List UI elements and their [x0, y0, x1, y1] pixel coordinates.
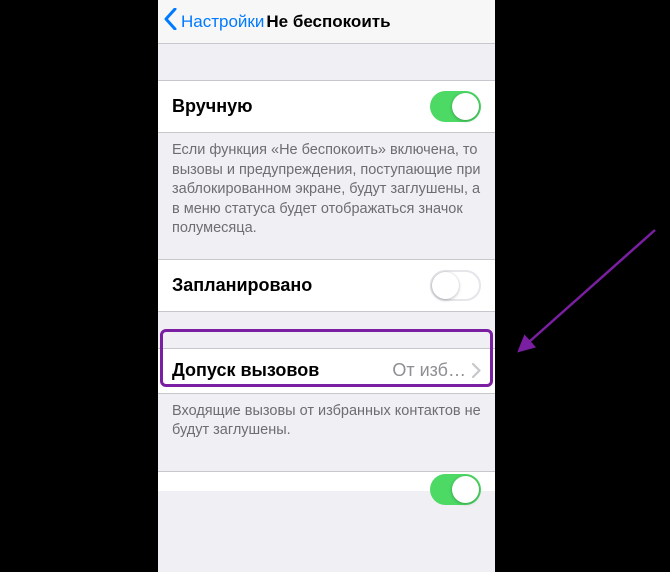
navbar: Настройки Не беспокоить [158, 0, 495, 44]
row-partial-next[interactable] [158, 471, 495, 491]
row-scheduled-label: Запланировано [172, 275, 312, 296]
row-manual[interactable]: Вручную [158, 80, 495, 133]
toggle-manual[interactable] [430, 91, 481, 122]
group-allow-calls: Допуск вызовов От изб… Входящие вызовы о… [158, 348, 495, 441]
row-allow-calls[interactable]: Допуск вызовов От изб… [158, 348, 495, 394]
toggle-partial[interactable] [430, 474, 481, 505]
annotation-arrow-icon [505, 220, 665, 380]
row-allow-calls-label: Допуск вызовов [172, 360, 319, 381]
row-scheduled[interactable]: Запланировано [158, 259, 495, 312]
page-title: Не беспокоить [266, 12, 390, 32]
chevron-right-icon [472, 363, 481, 378]
back-button[interactable]: Настройки [164, 8, 264, 35]
back-label: Настройки [181, 12, 264, 32]
row-manual-label: Вручную [172, 96, 252, 117]
group-manual: Вручную Если функция «Не беспокоить» вкл… [158, 80, 495, 239]
row-allow-calls-value: От изб… [392, 360, 466, 381]
chevron-left-icon [164, 8, 181, 35]
footer-manual: Если функция «Не беспокоить» включена, т… [158, 133, 495, 239]
footer-allow-calls: Входящие вызовы от избранных контактов н… [158, 394, 495, 441]
group-scheduled: Запланировано [158, 259, 495, 312]
toggle-scheduled[interactable] [430, 270, 481, 301]
settings-screen: Настройки Не беспокоить Вручную Если фун… [158, 0, 495, 572]
